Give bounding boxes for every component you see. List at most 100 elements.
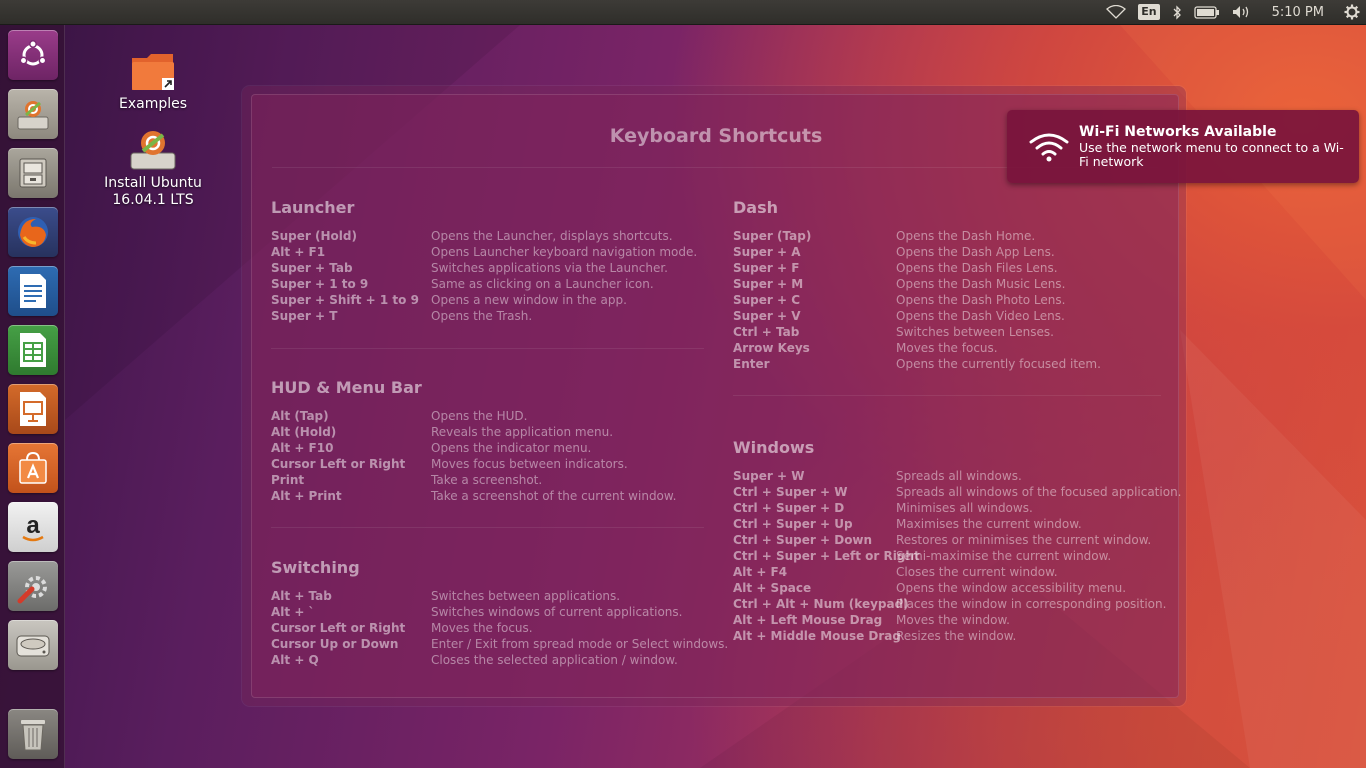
- section-divider: [733, 395, 1161, 396]
- section-divider: [271, 527, 704, 528]
- shortcut-description: Minimises all windows.: [896, 501, 1033, 515]
- section-heading: Switching: [271, 558, 360, 577]
- shortcut-description: Moves the window.: [896, 613, 1010, 627]
- notification-title: Wi-Fi Networks Available: [1079, 124, 1277, 140]
- shortcut-description: Opens a new window in the app.: [431, 293, 627, 307]
- shortcut-description: Opens the Dash Home.: [896, 229, 1036, 243]
- battery-icon: [1193, 5, 1219, 19]
- install-ubuntu-launcher[interactable]: [8, 89, 58, 139]
- libreoffice-calc-icon: [20, 333, 46, 367]
- shortcut-description: Opens the Trash.: [431, 309, 533, 323]
- volume-indicator[interactable]: [1232, 0, 1252, 25]
- shortcut-row: Super + A Opens the Dash App Lens.: [733, 244, 1101, 260]
- section-heading: HUD & Menu Bar: [271, 378, 422, 397]
- shortcut-description: Spreads all windows.: [896, 469, 1022, 483]
- shortcut-key: Ctrl + Super + Up: [733, 517, 853, 531]
- trash-icon: [21, 720, 45, 751]
- calc-launcher[interactable]: [8, 325, 58, 375]
- shortcut-description: Take a screenshot of the current window.: [431, 489, 677, 503]
- shortcut-key: Super + M: [733, 277, 804, 291]
- shortcut-row: Super (Tap) Opens the Dash Home.: [733, 228, 1101, 244]
- examples-label: Examples: [118, 96, 188, 112]
- shortcut-description: Restores or minimises the current window…: [896, 533, 1152, 547]
- amazon-icon: a: [22, 512, 44, 542]
- shortcut-row: Alt + F10 Opens the indicator menu.: [271, 440, 676, 456]
- svg-text:a: a: [26, 512, 40, 539]
- bluetooth-icon: [1173, 4, 1181, 20]
- wifi-icon: [1029, 133, 1069, 162]
- shortcut-row: Super + F Opens the Dash Files Lens.: [733, 260, 1101, 276]
- drive-launcher[interactable]: [8, 620, 58, 670]
- folder-icon: [132, 54, 174, 90]
- dash-button[interactable]: [8, 30, 58, 80]
- shortcut-key: Alt + Tab: [271, 589, 332, 603]
- windows-rows: Super + W Spreads all windows. Ctrl + Supe…: [733, 468, 1182, 644]
- impress-launcher[interactable]: [8, 384, 58, 434]
- shortcut-description: Reveals the application menu.: [431, 425, 614, 439]
- section-hud: HUD & Menu Bar Alt (Tap) Opens the HUD. Al…: [271, 378, 676, 504]
- shortcut-key: Ctrl + Super + D: [733, 501, 845, 515]
- shortcut-row: Super (Hold) Opens the Launcher, displays…: [271, 228, 697, 244]
- shortcut-description: Switches between Lenses.: [896, 325, 1054, 339]
- files-launcher[interactable]: [8, 148, 58, 198]
- ubuntu-logo-icon: [19, 40, 47, 66]
- shortcut-key: Super + C: [733, 293, 801, 307]
- shortcut-row: Alt + Q Closes the selected application /…: [271, 652, 728, 668]
- launcher: a: [0, 25, 65, 768]
- shortcut-description: Opens the currently focused item.: [896, 357, 1101, 371]
- examples-desktop-icon[interactable]: Examples: [98, 50, 208, 113]
- shortcut-description: Opens the indicator menu.: [431, 441, 592, 455]
- volume-icon: [1232, 6, 1248, 18]
- shortcut-description: Opens the Dash Photo Lens.: [896, 293, 1066, 307]
- shortcut-key: Ctrl + Super + Down: [733, 533, 873, 547]
- shortcut-key: Super + F: [733, 261, 800, 275]
- shortcut-key: Super + A: [733, 245, 801, 259]
- shortcut-row: Ctrl + Super + Down Restores or minimises…: [733, 532, 1182, 548]
- shortcut-description: Opens the Dash App Lens.: [896, 245, 1055, 259]
- shortcut-row: Cursor Left or Right Moves focus between …: [271, 456, 676, 472]
- shortcut-row: Enter Opens the currently focused item.: [733, 356, 1101, 372]
- session-indicator[interactable]: [1344, 0, 1360, 25]
- shortcut-key: Alt + F4: [733, 565, 788, 579]
- shortcut-key: Alt (Hold): [271, 425, 337, 439]
- keyboard-shortcuts-overlay: Keyboard Shortcuts Launcher Super (Hold)…: [251, 94, 1182, 698]
- firefox-launcher[interactable]: [8, 207, 58, 257]
- shortcut-description: Resizes the window.: [896, 629, 1017, 643]
- shortcut-key: Ctrl + Alt + Num (keypad): [733, 597, 909, 611]
- section-launcher: Launcher Super (Hold) Opens the Launcher,…: [271, 198, 697, 324]
- shortcut-row: Alt + Tab Switches between applications.: [271, 588, 728, 604]
- shortcut-key: Alt + Left Mouse Drag: [733, 613, 883, 627]
- shortcut-key: Arrow Keys: [733, 341, 810, 355]
- writer-launcher[interactable]: [8, 266, 58, 316]
- shortcut-row: Ctrl + Super + W Spreads all windows of t…: [733, 484, 1182, 500]
- bluetooth-indicator[interactable]: [1172, 0, 1182, 25]
- install-ubuntu-desktop-icon[interactable]: Install Ubuntu 16.04.1 LTS: [98, 127, 208, 209]
- shortcut-description: Switches windows of current applications…: [431, 605, 683, 619]
- system-settings-launcher[interactable]: [8, 561, 58, 611]
- shortcut-key: Alt + F10: [271, 441, 334, 455]
- trash-launcher[interactable]: [8, 709, 58, 759]
- shortcut-description: Opens the HUD.: [431, 409, 528, 423]
- software-center-launcher[interactable]: [8, 443, 58, 493]
- shortcut-row: Alt + Middle Mouse Drag Resizes the windo…: [733, 628, 1182, 644]
- wifi-indicator[interactable]: [1106, 0, 1127, 25]
- section-divider: [271, 348, 704, 349]
- shortcut-row: Alt + Print Take a screenshot of the curr…: [271, 488, 676, 504]
- shortcut-row: Ctrl + Super + Left or Right Semi-maximis…: [733, 548, 1182, 564]
- installer-icon: [130, 131, 176, 170]
- shortcut-key: Cursor Left or Right: [271, 457, 406, 471]
- shortcut-key: Super (Hold): [271, 229, 357, 243]
- amazon-launcher[interactable]: a: [8, 502, 58, 552]
- shortcut-row: Alt (Hold) Reveals the application menu.: [271, 424, 676, 440]
- clock[interactable]: 5:10 PM: [1272, 0, 1324, 25]
- shortcut-key: Super + W: [733, 469, 805, 483]
- battery-indicator[interactable]: [1193, 0, 1220, 25]
- shortcut-row: Super + M Opens the Dash Music Lens.: [733, 276, 1101, 292]
- shortcut-row: Arrow Keys Moves the focus.: [733, 340, 1101, 356]
- shortcut-description: Moves focus between indicators.: [431, 457, 628, 471]
- shortcut-description: Opens the Dash Files Lens.: [896, 261, 1058, 275]
- switching-rows: Alt + Tab Switches between applications. A…: [271, 588, 728, 668]
- shortcut-description: Take a screenshot.: [431, 473, 543, 487]
- section-heading: Dash: [733, 198, 778, 217]
- keyboard-indicator[interactable]: En: [1138, 0, 1160, 25]
